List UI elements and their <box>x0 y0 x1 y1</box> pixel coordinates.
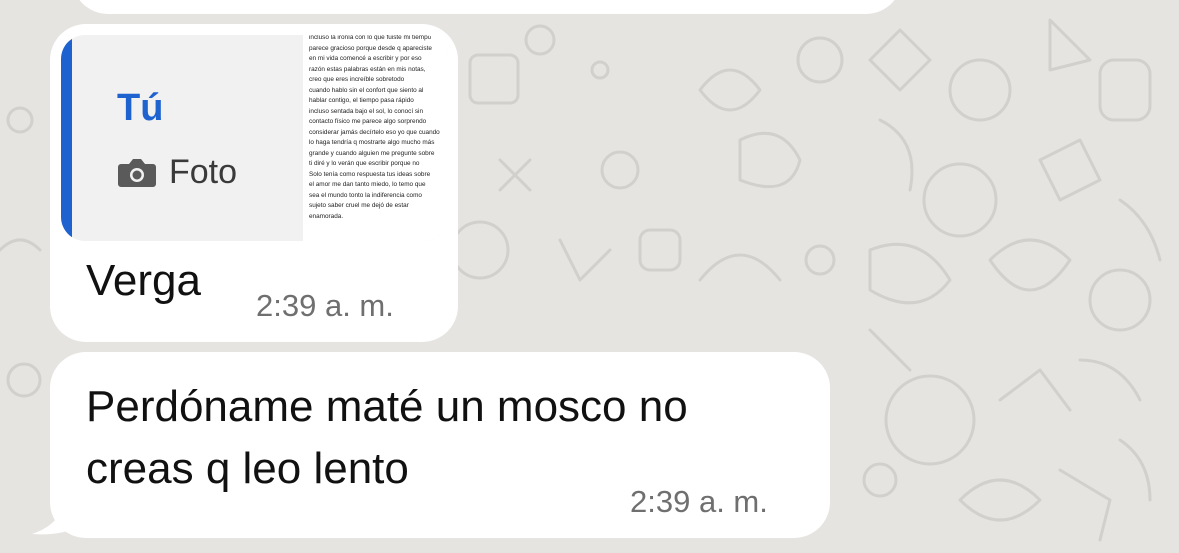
message-text: Perdóname maté un mosco no creas q leo l… <box>86 382 688 493</box>
reply-type-label: Foto <box>169 153 238 191</box>
thumbnail-note-text: incluso la ironía con lo que fuiste mi t… <box>309 35 440 220</box>
message-bubble[interactable]: Perdóname maté un mosco no creas q leo l… <box>50 352 830 538</box>
quoted-reply-preview[interactable]: Tú Foto incluso la ironía con lo que fui… <box>61 35 447 241</box>
message-bubble-reply[interactable]: Tú Foto incluso la ironía con lo que fui… <box>50 24 458 342</box>
previous-message-bubble[interactable] <box>72 0 902 14</box>
message-time: 2:39 a. m. <box>256 288 394 323</box>
message-time: 2:39 a. m. <box>630 484 768 519</box>
camera-icon <box>118 159 156 187</box>
photo-thumbnail[interactable]: incluso la ironía con lo que fuiste mi t… <box>303 35 447 241</box>
reply-accent-bar <box>61 35 72 241</box>
message-text: Verga <box>86 256 201 305</box>
reply-author: Tú <box>117 87 164 129</box>
reply-media-type: Foto <box>117 155 237 189</box>
